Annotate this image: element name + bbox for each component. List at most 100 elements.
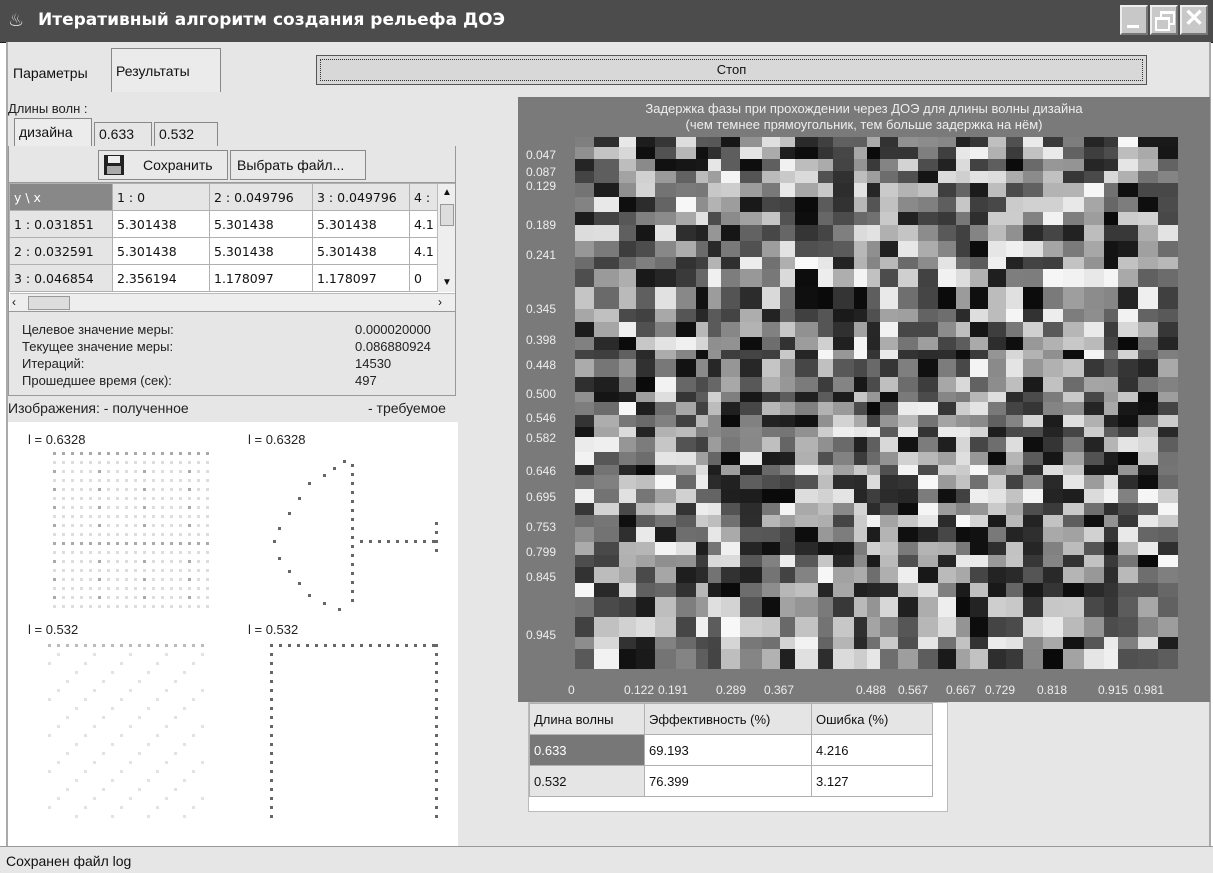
image-dot (116, 587, 119, 590)
phase-cell (1006, 637, 1023, 649)
grid-horizontal-scrollbar[interactable]: ‹ › (10, 293, 455, 311)
phase-cell (655, 147, 676, 159)
phase-cell (1104, 542, 1118, 555)
wl-tab-0532[interactable]: 0.532 (154, 122, 218, 146)
image-dot (80, 515, 83, 518)
image-dot (120, 662, 123, 665)
phase-cell (1043, 225, 1063, 241)
phase-cell (740, 515, 762, 527)
phase-cell (795, 649, 818, 669)
phase-cell (956, 137, 970, 147)
phase-cell (1138, 377, 1158, 392)
close-button[interactable]: ✕ (1180, 5, 1208, 35)
tab-results[interactable]: Результаты (111, 48, 221, 92)
phase-cell (833, 489, 854, 503)
phase-cell (867, 183, 880, 197)
phase-cell (1084, 241, 1104, 257)
image-dot (351, 563, 354, 566)
scroll-up-icon[interactable]: ▲ (438, 184, 455, 202)
phase-cell (1118, 567, 1138, 583)
phase-cell (1006, 437, 1023, 452)
scroll-thumb[interactable] (440, 204, 454, 226)
stop-button[interactable]: Стоп (316, 55, 1147, 85)
phase-cell (696, 649, 708, 669)
wl-tab-design[interactable]: дизайна (14, 118, 92, 146)
image-dot (423, 644, 426, 647)
image-dot (93, 653, 96, 656)
image-dot (435, 531, 438, 534)
phase-cell (818, 241, 833, 257)
image-dot (134, 488, 137, 491)
phase-cell (1118, 309, 1138, 322)
image-dot (98, 533, 101, 536)
phase-cell (867, 597, 880, 617)
choose-file-button[interactable]: Выбрать файл... (230, 150, 366, 180)
phase-cell (1084, 147, 1104, 159)
image-dot (206, 605, 209, 608)
phase-cell (854, 617, 867, 637)
image-dot (378, 644, 381, 647)
phase-cell (708, 542, 721, 555)
phase-cell (988, 212, 1006, 225)
phase-cell (1084, 637, 1104, 649)
phase-cell (619, 515, 636, 527)
image-dot (308, 482, 311, 485)
x-tick-label: 0.367 (764, 683, 794, 697)
save-button[interactable]: Сохранить (98, 150, 228, 180)
image-dot (201, 689, 204, 692)
phase-cell (1158, 465, 1178, 475)
image-dot (125, 479, 128, 482)
phase-cell (795, 475, 818, 489)
phase-cell (721, 377, 740, 392)
grid-vertical-scrollbar[interactable]: ▲ ▼ (437, 184, 455, 292)
image-dot (197, 479, 200, 482)
image-dot (53, 488, 56, 491)
phase-cell (956, 415, 970, 427)
phase-cell (740, 225, 762, 241)
phase-cell (696, 597, 708, 617)
image-dot (147, 707, 150, 710)
table-row[interactable]: 2 : 0.032591 5.301438 5.301438 5.301438 4.1 (9, 237, 455, 265)
image-dot (98, 551, 101, 554)
phase-cell (795, 159, 818, 171)
phase-cell (854, 649, 867, 669)
phase-cell (1084, 649, 1104, 669)
phase-cell (898, 322, 918, 337)
results-table[interactable]: Длина волны Эффективность (%) Ошибка (%)… (528, 702, 948, 812)
minimize-button[interactable] (1120, 5, 1148, 35)
table-row[interactable]: 3 : 0.046854 2.356194 1.178097 1.178097 0 (9, 264, 455, 292)
phase-cell (676, 159, 696, 171)
scroll-right-icon[interactable]: › (438, 295, 452, 309)
image-dot (179, 506, 182, 509)
phase-cell (898, 465, 918, 475)
image-dot (75, 815, 78, 818)
image-dot (98, 452, 101, 455)
scroll-down-icon[interactable]: ▼ (438, 274, 455, 292)
phase-cell (938, 503, 956, 515)
image-dot (360, 540, 363, 543)
phase-cell (795, 322, 818, 337)
table-row[interactable]: 1 : 0.031851 5.301438 5.301438 5.301438 4.1 (9, 210, 455, 238)
table-row[interactable]: 0.532 76.399 3.127 (529, 765, 933, 797)
phase-cell (1158, 527, 1178, 542)
phase-cell (818, 257, 833, 269)
phase-cell (655, 257, 676, 269)
data-grid[interactable]: y \ x 1 : 0 2 : 0.049796 3 : 0.049796 4 … (8, 182, 456, 312)
restore-button[interactable] (1150, 5, 1178, 35)
phase-cell (636, 392, 655, 402)
phase-cell (594, 503, 619, 515)
phase-cell (818, 617, 833, 637)
image-dot (333, 644, 336, 647)
image-dot (183, 671, 186, 674)
tab-parameters[interactable]: Параметры (9, 60, 111, 90)
wl-tab-0633[interactable]: 0.633 (94, 122, 152, 146)
phase-cell (833, 225, 854, 241)
scroll-left-icon[interactable]: ‹ (12, 295, 26, 309)
image-dot (273, 540, 276, 543)
phase-cell (833, 503, 854, 515)
phase-cell (880, 350, 898, 359)
table-row[interactable]: 0.633 69.193 4.216 (529, 734, 933, 766)
scroll-thumb[interactable] (28, 296, 70, 310)
phase-cell (762, 515, 780, 527)
phase-cell (655, 225, 676, 241)
